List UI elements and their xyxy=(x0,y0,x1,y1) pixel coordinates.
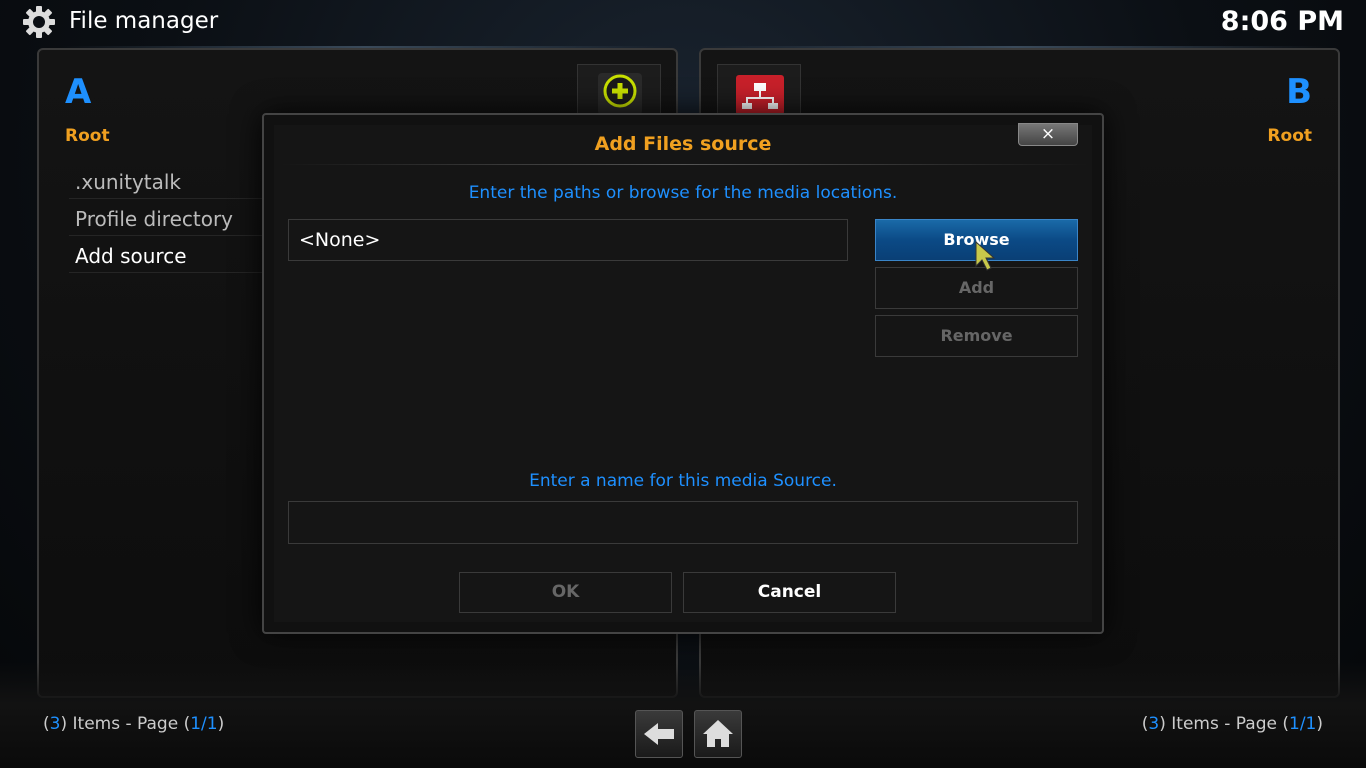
pane-b-item-count: (3) Items - Page (1/1) xyxy=(1141,714,1323,734)
source-name-input[interactable] xyxy=(288,501,1078,544)
dialog-title: Add Files source xyxy=(594,133,772,155)
ok-button[interactable]: OK xyxy=(459,572,672,613)
pane-a-item-count: (3) Items - Page (1/1) xyxy=(43,714,225,734)
list-item[interactable]: Add source xyxy=(75,244,187,268)
home-button[interactable] xyxy=(694,710,742,758)
back-button[interactable] xyxy=(635,710,683,758)
app-title: File manager xyxy=(69,8,219,34)
list-item[interactable]: .xunitytalk xyxy=(75,170,181,194)
title-divider xyxy=(280,164,1088,165)
pane-b-letter: B xyxy=(1286,72,1312,112)
cancel-button[interactable]: Cancel xyxy=(683,572,896,613)
gear-icon xyxy=(23,6,55,38)
back-arrow-icon xyxy=(644,723,674,745)
pane-a-letter: A xyxy=(65,72,92,112)
clock: 8:06 PM xyxy=(1220,6,1344,37)
list-item[interactable]: Profile directory xyxy=(75,207,233,231)
pane-a-path: Root xyxy=(65,126,110,146)
name-prompt: Enter a name for this media Source. xyxy=(529,471,837,491)
add-button[interactable]: Add xyxy=(875,267,1078,309)
mouse-cursor-icon xyxy=(975,240,996,271)
pane-b-path: Root xyxy=(1267,126,1312,146)
home-icon xyxy=(703,720,733,747)
remove-button[interactable]: Remove xyxy=(875,315,1078,357)
path-list-item[interactable]: <None> xyxy=(288,219,848,261)
path-prompt: Enter the paths or browse for the media … xyxy=(468,183,898,203)
